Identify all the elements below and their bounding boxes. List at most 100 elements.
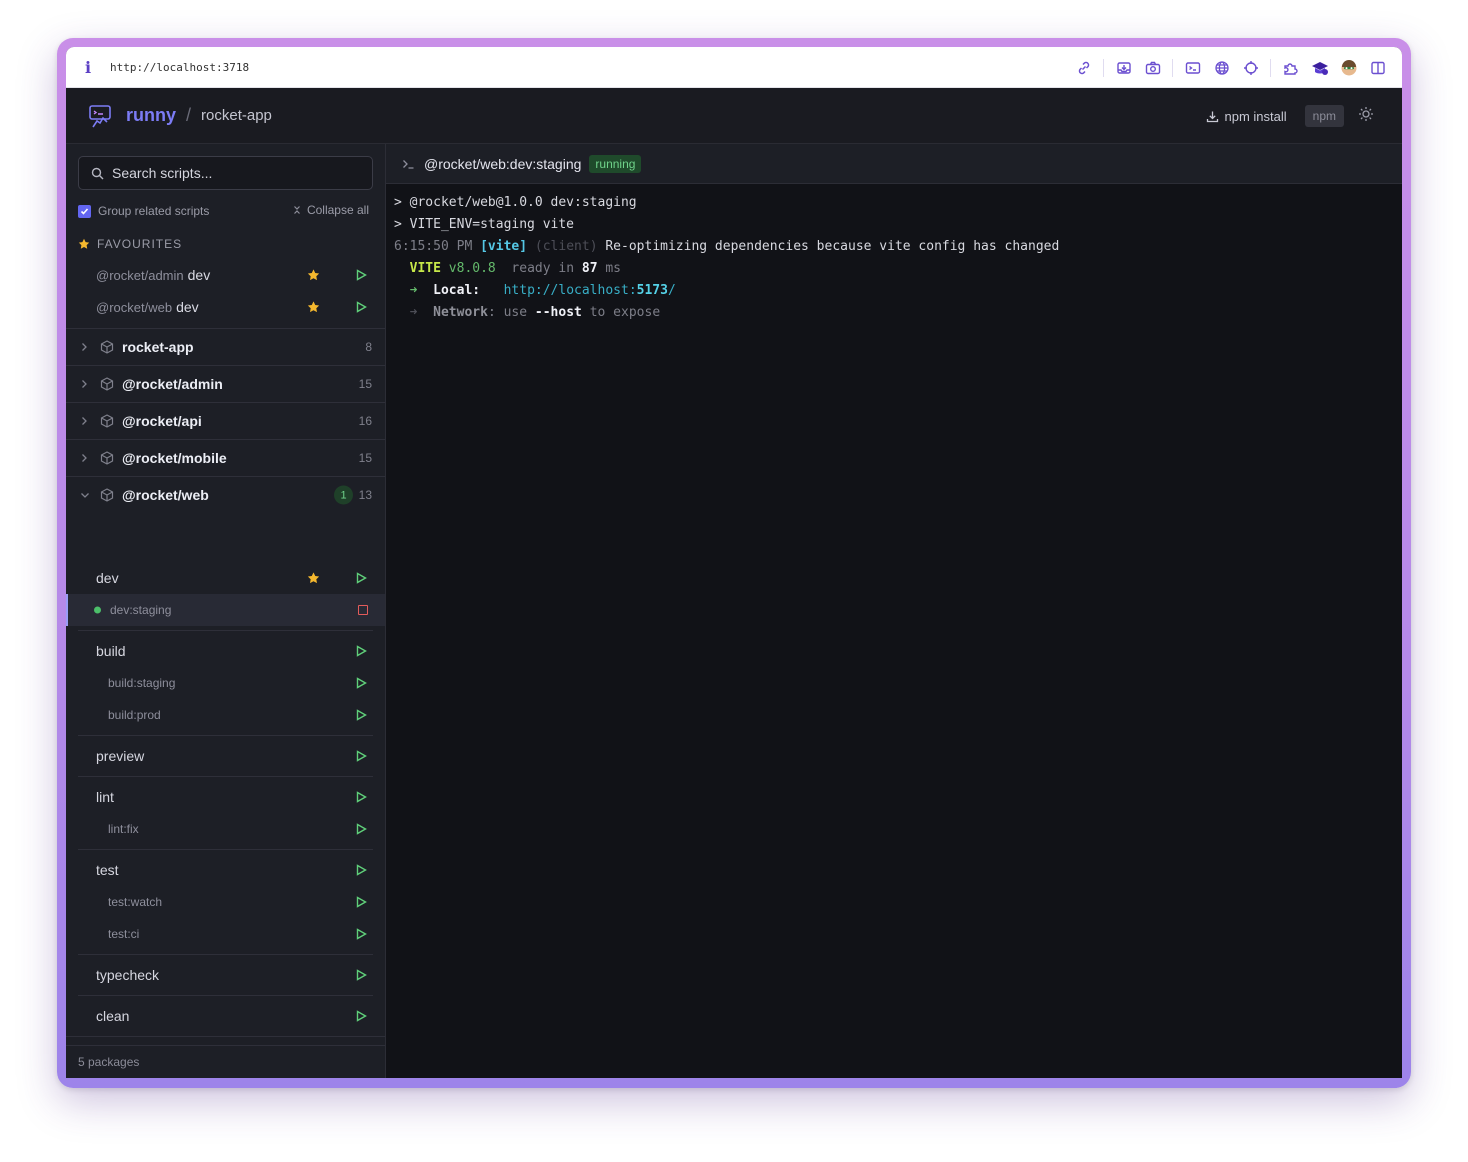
script-row-build-staging[interactable]: build:staging (66, 667, 385, 699)
terminal-line: > VITE_ENV=staging vite (394, 217, 575, 232)
group-scripts-label[interactable]: Group related scripts (98, 204, 209, 218)
search-input[interactable]: Search scripts... (78, 156, 373, 190)
play-icon[interactable] (356, 969, 367, 981)
crosshair-icon[interactable] (1236, 56, 1265, 80)
vite-version: v8.0.8 (448, 261, 496, 276)
group-divider (78, 735, 373, 736)
favourite-item[interactable]: @rocket/admin dev (66, 259, 385, 291)
link-icon[interactable] (1069, 56, 1098, 80)
terminal-header: @rocket/web:dev:staging running (386, 144, 1402, 184)
play-icon[interactable] (356, 864, 367, 876)
package-icon (100, 451, 114, 465)
avatar-icon[interactable] (1334, 56, 1363, 80)
play-icon[interactable] (356, 750, 367, 762)
puzzle-icon[interactable] (1276, 56, 1305, 80)
script-name: clean (96, 1008, 130, 1024)
terminal-icon[interactable] (1178, 56, 1207, 80)
status-badge: running (589, 154, 642, 173)
play-icon[interactable] (356, 301, 367, 313)
package-manager-badge[interactable]: npm (1304, 105, 1344, 127)
local-url-suffix: / (667, 283, 676, 298)
running-count-badge: 1 (334, 485, 353, 505)
package-row-rocket-web[interactable]: @rocket/web 1 13 (66, 477, 385, 513)
stop-icon[interactable] (358, 605, 368, 615)
inbox-download-icon[interactable] (1109, 56, 1138, 80)
local-label: Local: (433, 283, 481, 298)
favourite-star-icon[interactable] (307, 269, 320, 282)
app-window: i http://localhost:3718 runny / rocket-a… (66, 47, 1402, 1078)
brand-name[interactable]: runny (126, 105, 176, 126)
play-icon[interactable] (356, 677, 367, 689)
runny-logo-icon (88, 103, 114, 129)
play-icon[interactable] (356, 928, 367, 940)
play-icon[interactable] (356, 1010, 367, 1022)
info-icon[interactable]: i (66, 58, 110, 77)
npm-install-button[interactable]: npm install (1206, 109, 1287, 124)
package-name: @rocket/admin (122, 376, 223, 392)
favourite-item[interactable]: @rocket/web dev (66, 291, 385, 323)
graduation-icon[interactable] (1305, 56, 1334, 80)
search-icon (91, 167, 104, 179)
sidebar-panel-icon[interactable] (1363, 56, 1392, 80)
script-row-typecheck[interactable]: typecheck (66, 959, 385, 991)
local-url-link[interactable]: http://localhost:5173/ (504, 283, 676, 298)
url-text[interactable]: http://localhost:3718 (110, 61, 249, 74)
script-row-clean[interactable]: clean (66, 1000, 385, 1032)
globe-icon[interactable] (1207, 56, 1236, 80)
favourite-star-icon[interactable] (307, 301, 320, 314)
package-icon (100, 340, 114, 354)
play-icon[interactable] (356, 823, 367, 835)
package-row-rocket-api[interactable]: @rocket/api 16 (66, 403, 385, 439)
terminal-line: 6:15:50 PM [vite] (client) Re-optimizing… (394, 236, 1402, 258)
script-name: dev:staging (110, 603, 172, 617)
toolbar-divider (1270, 58, 1271, 77)
script-row-dev[interactable]: dev (66, 562, 385, 594)
network-label: Network (433, 305, 488, 320)
script-row-lint-fix[interactable]: lint:fix (66, 813, 385, 845)
play-icon[interactable] (356, 896, 367, 908)
local-url-prefix: http://localhost: (503, 283, 637, 298)
favourites-title: FAVOURITES (97, 237, 183, 251)
script-row-build-prod[interactable]: build:prod (66, 699, 385, 731)
star-icon (78, 238, 90, 249)
script-row-preview[interactable]: preview (66, 740, 385, 772)
favourite-star-icon[interactable] (307, 572, 320, 585)
package-name: rocket-app (122, 339, 194, 355)
group-scripts-checkbox[interactable] (78, 204, 91, 218)
ready-ms: 87 (581, 261, 598, 276)
package-icon (100, 377, 114, 391)
script-row-test-watch[interactable]: test:watch (66, 886, 385, 918)
package-row-rocket-admin[interactable]: @rocket/admin 15 (66, 366, 385, 402)
package-name: @rocket/web (122, 487, 209, 503)
play-icon[interactable] (356, 645, 367, 657)
log-message: Re-optimizing dependencies because vite … (605, 239, 1060, 254)
chevron-right-icon (82, 380, 87, 388)
breadcrumb-separator: / (186, 105, 192, 125)
chevron-right-icon (82, 454, 87, 462)
script-name: test:watch (108, 895, 163, 909)
script-name: test:ci (108, 927, 140, 941)
terminal-line: > @rocket/web@1.0.0 dev:staging (394, 195, 637, 210)
collapse-all-button[interactable]: Collapse all (293, 203, 369, 217)
script-row-build[interactable]: build (66, 635, 385, 667)
header-actions: npm install npm (1206, 88, 1374, 144)
script-row-lint[interactable]: lint (66, 781, 385, 813)
play-icon[interactable] (356, 709, 367, 721)
script-row-test-ci[interactable]: test:ci (66, 918, 385, 950)
window-frame: i http://localhost:3718 runny / rocket-a… (57, 38, 1411, 1088)
network-expose: to expose (589, 305, 661, 320)
package-row-rocket-app[interactable]: rocket-app 8 (66, 329, 385, 365)
script-row-test[interactable]: test (66, 854, 385, 886)
play-icon[interactable] (356, 572, 367, 584)
package-row-rocket-mobile[interactable]: @rocket/mobile 15 (66, 440, 385, 476)
play-icon[interactable] (356, 269, 367, 281)
group-divider (78, 630, 373, 631)
script-count: 13 (358, 488, 372, 502)
camera-icon[interactable] (1138, 56, 1167, 80)
theme-toggle-sun-icon[interactable] (1358, 106, 1374, 127)
script-name: lint (96, 789, 114, 805)
script-row-dev-staging[interactable]: dev:staging (66, 594, 385, 626)
play-icon[interactable] (356, 791, 367, 803)
npm-install-label: npm install (1224, 108, 1287, 124)
terminal-output[interactable]: > @rocket/web@1.0.0 dev:staging > VITE_E… (386, 184, 1402, 1078)
